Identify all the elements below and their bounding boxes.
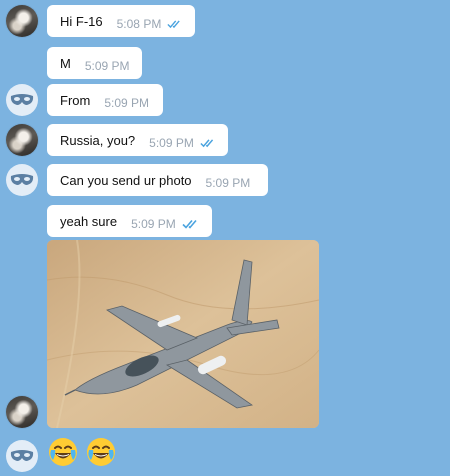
message-text: Can you send ur photo bbox=[60, 172, 192, 188]
message-bubble: Russia, you? 5:09 PM bbox=[47, 124, 228, 156]
avatar-mask[interactable] bbox=[6, 84, 38, 116]
double-check-icon bbox=[167, 20, 181, 29]
double-check-icon bbox=[200, 139, 213, 148]
jet-photo bbox=[47, 240, 319, 428]
message-bubble: Can you send ur photo 5:09 PM bbox=[47, 164, 268, 196]
emoji-message bbox=[47, 436, 117, 468]
double-check-icon bbox=[182, 219, 197, 229]
message-time: 5:09 PM bbox=[84, 59, 130, 73]
message-time: 5:09 PM bbox=[104, 96, 150, 110]
message-bubble: From 5:09 PM bbox=[47, 84, 163, 116]
message-text: Russia, you? bbox=[60, 132, 136, 148]
laughing-emoji-icon bbox=[87, 438, 115, 466]
mask-icon bbox=[10, 174, 34, 185]
avatar-mask[interactable] bbox=[6, 164, 38, 196]
avatar-user-photo[interactable] bbox=[6, 124, 38, 156]
avatar-user-photo[interactable] bbox=[6, 396, 38, 428]
message-bubble: Hi F-16 5:08 PM bbox=[47, 5, 195, 37]
message-bubble: M 5:09 PM bbox=[47, 47, 142, 79]
avatar-user-photo[interactable] bbox=[6, 5, 38, 37]
mask-icon bbox=[10, 94, 34, 105]
photo-message[interactable] bbox=[47, 240, 319, 428]
avatar-mask[interactable] bbox=[6, 440, 38, 472]
message-time: 5:09 PM bbox=[131, 217, 176, 231]
message-text: yeah sure bbox=[60, 213, 118, 229]
message-text: M bbox=[60, 55, 71, 71]
message-time: 5:09 PM bbox=[205, 176, 251, 190]
message-time: 5:08 PM bbox=[116, 17, 162, 31]
message-text: Hi F-16 bbox=[60, 13, 103, 29]
mask-icon bbox=[10, 450, 34, 461]
message-time: 5:09 PM bbox=[149, 136, 194, 150]
laughing-emoji-icon bbox=[49, 438, 77, 466]
message-text: From bbox=[60, 92, 91, 108]
message-bubble: yeah sure 5:09 PM bbox=[47, 205, 212, 237]
